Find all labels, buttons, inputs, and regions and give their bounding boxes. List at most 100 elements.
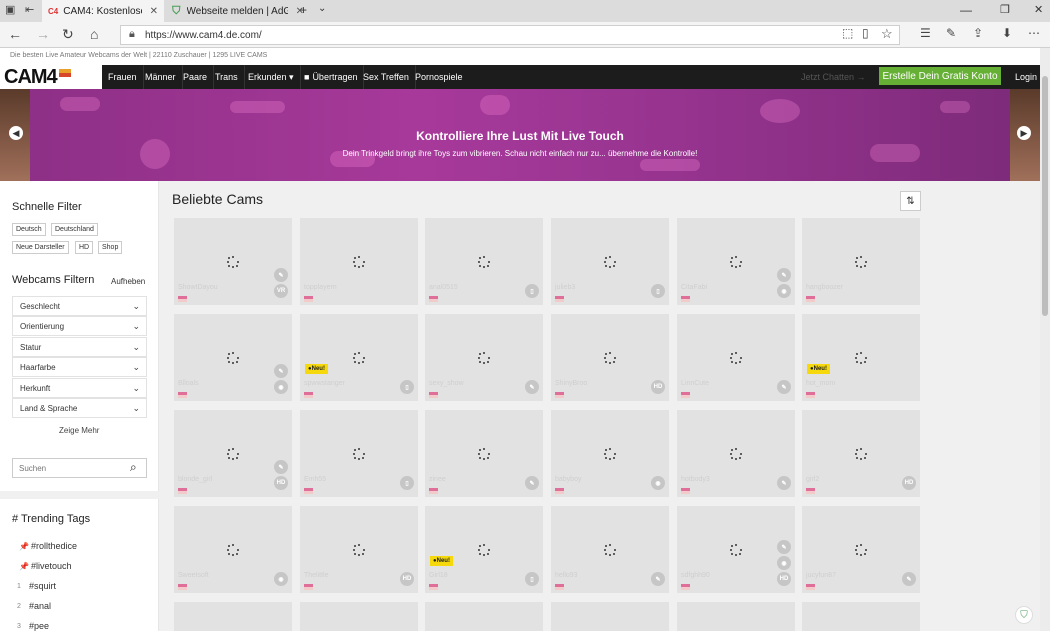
cam-card[interactable]: ShinyBroo HD: [551, 314, 669, 401]
menu-erkunden[interactable]: Erkunden ▾: [242, 65, 301, 89]
login-link[interactable]: Login: [1015, 65, 1037, 89]
cam-card[interactable]: jucyfun87 ✎: [802, 506, 920, 593]
cam-card[interactable]: Sweetsoft ◉: [174, 506, 292, 593]
chevron-down-icon[interactable]: ⌄: [318, 3, 326, 14]
filter-land-sprache[interactable]: Land & Sprache ⌄: [12, 398, 147, 418]
filter-herkunft[interactable]: Herkunft ⌄: [12, 378, 147, 398]
favorite-star-icon[interactable]: ☆: [881, 26, 893, 42]
share-icon[interactable]: ⇪: [973, 26, 983, 40]
show-more-link[interactable]: Zeige Mehr: [59, 426, 99, 435]
cam-card[interactable]: hotbody3 ✎: [677, 410, 795, 497]
banner-next-arrow-icon[interactable]: ▶: [1017, 126, 1031, 140]
reading-view-icon[interactable]: ▯: [862, 26, 869, 40]
chip-deutsch[interactable]: Deutsch: [12, 223, 46, 236]
webcam-filter-title: Webcams Filtern: [12, 274, 95, 286]
cam-card[interactable]: ShowtDayou ✎ VR: [174, 218, 292, 305]
cam-card[interactable]: babyboy ◉: [551, 410, 669, 497]
close-icon[interactable]: ✕: [150, 6, 158, 17]
filter-orientierung[interactable]: Orientierung ⌄: [12, 316, 147, 336]
loading-spinner-icon: [352, 255, 366, 269]
lock-icon: 🔒︎: [129, 28, 135, 40]
cam-card[interactable]: spwwstanger ▯ ●Neu!: [300, 314, 418, 401]
live-touch-banner[interactable]: Kontrolliere Ihre Lust Mit Live Touch De…: [0, 89, 1040, 181]
cam-card[interactable]: hot_mom ●Neu!: [802, 314, 920, 401]
menu-maenner[interactable]: Männer: [139, 65, 183, 89]
jetzt-chatten-link[interactable]: Jetzt Chatten →: [801, 65, 866, 89]
cam-card[interactable]: [677, 602, 795, 631]
chip-shop[interactable]: Shop: [98, 241, 123, 254]
cam-card[interactable]: sdfghh90 ✎ ◉ HD: [677, 506, 795, 593]
cam-card[interactable]: hangboozer: [802, 218, 920, 305]
pen-icon[interactable]: ✎: [946, 26, 956, 40]
new-tab-icon[interactable]: +: [300, 3, 307, 17]
tag-anal[interactable]: 2 #anal: [17, 601, 51, 611]
cam-feature-badge-icon: ◉: [777, 556, 791, 570]
chip-hd[interactable]: HD: [75, 241, 94, 254]
maximize-icon[interactable]: ❐: [1000, 3, 1010, 16]
refresh-icon[interactable]: ↻: [62, 26, 74, 43]
chip-neue-darsteller[interactable]: Neue Darsteller: [12, 241, 69, 254]
more-icon[interactable]: ⋯: [1028, 26, 1040, 40]
minimize-icon[interactable]: —: [960, 3, 972, 17]
scrollbar-thumb[interactable]: [1042, 76, 1048, 316]
page-scrollbar[interactable]: [1040, 48, 1050, 631]
cam-card[interactable]: anal0515 ▯: [425, 218, 543, 305]
filter-statur[interactable]: Statur ⌄: [12, 337, 147, 357]
window-close-icon[interactable]: ✕: [1034, 3, 1043, 16]
download-icon[interactable]: ⬇: [1002, 26, 1012, 40]
cam-card[interactable]: sexy_show ✎: [425, 314, 543, 401]
banner-prev-arrow-icon[interactable]: ◀: [9, 126, 23, 140]
search-icon[interactable]: ⌕: [130, 460, 137, 475]
sort-button[interactable]: ⇅: [900, 191, 921, 211]
cam-card[interactable]: blonde_girl ✎ HD: [174, 410, 292, 497]
tag-pee[interactable]: 3 #pee: [17, 621, 49, 631]
filter-geschlecht[interactable]: Geschlecht ⌄: [12, 296, 147, 316]
tag-rollthedice[interactable]: 📌 #rollthedice: [19, 541, 77, 551]
cam-card[interactable]: [802, 602, 920, 631]
cam-card[interactable]: hello93 ✎: [551, 506, 669, 593]
filter-haarfarbe[interactable]: Haarfarbe ⌄: [12, 357, 147, 377]
cam-feature-badge-icon: ▯: [525, 572, 539, 586]
forward-arrow-icon[interactable]: →: [36, 26, 50, 42]
clear-filters-link[interactable]: Aufheben: [111, 277, 145, 286]
signup-button[interactable]: Erstelle Dein Gratis Konto: [879, 67, 1001, 85]
cam-card[interactable]: topplayern: [300, 218, 418, 305]
menu-trans[interactable]: Trans: [209, 65, 245, 89]
cam-card[interactable]: zinee ✎: [425, 410, 543, 497]
tab-actions-icon[interactable]: ▣: [5, 3, 15, 16]
country-flag-icon: [178, 584, 187, 590]
favorites-list-icon[interactable]: ☰: [920, 26, 931, 40]
cam-card[interactable]: julieb3 ▯: [551, 218, 669, 305]
set-aside-tabs-icon[interactable]: ⇤: [25, 3, 34, 16]
cam-card[interactable]: girl2 HD: [802, 410, 920, 497]
cam-card[interactable]: [300, 602, 418, 631]
cam-card[interactable]: Emh55 ▯: [300, 410, 418, 497]
cam-card[interactable]: Girl18 ▯ ●Neu!: [425, 506, 543, 593]
back-arrow-icon[interactable]: ←: [8, 26, 22, 42]
country-flag-icon: [178, 488, 187, 494]
cam-card[interactable]: CitaFabi ✎ ◉: [677, 218, 795, 305]
cam-card[interactable]: Thelittle HD: [300, 506, 418, 593]
tab-adguard[interactable]: ⛉ Webseite melden | AdGuard ✕: [165, 0, 310, 22]
cam-card[interactable]: [425, 602, 543, 631]
home-icon[interactable]: ⌂: [90, 26, 98, 42]
adguard-shield-icon[interactable]: ⛉: [1015, 606, 1033, 624]
menu-uebertragen[interactable]: ■ Übertragen: [298, 65, 365, 89]
chip-deutschland[interactable]: Deutschland: [51, 223, 98, 236]
search-input[interactable]: [12, 458, 147, 478]
address-bar[interactable]: 🔒︎ https://www.cam4.de.com/: [120, 25, 900, 45]
tag-squirt[interactable]: 1 #squirt: [17, 581, 56, 591]
menu-sex-treffen[interactable]: Sex Treffen: [357, 65, 416, 89]
tab-cam4[interactable]: C4 CAM4: Kostenlose Live S ✕: [42, 0, 164, 22]
cam-card[interactable]: [174, 602, 292, 631]
menu-frauen[interactable]: Frauen: [102, 65, 144, 89]
cam-card[interactable]: Blloals ✎ ◉: [174, 314, 292, 401]
cam-card[interactable]: LinnCute ✎: [677, 314, 795, 401]
menu-pornospiele[interactable]: Pornospiele: [409, 65, 469, 89]
cam4-logo[interactable]: CAM4: [0, 65, 102, 89]
tag-rank: 3: [17, 622, 21, 630]
extension-icon[interactable]: ⬚: [842, 26, 853, 40]
cam-card[interactable]: [551, 602, 669, 631]
tag-livetouch[interactable]: 📌 #livetouch: [19, 561, 72, 571]
cam-feature-badge-icon: HD: [400, 572, 414, 586]
